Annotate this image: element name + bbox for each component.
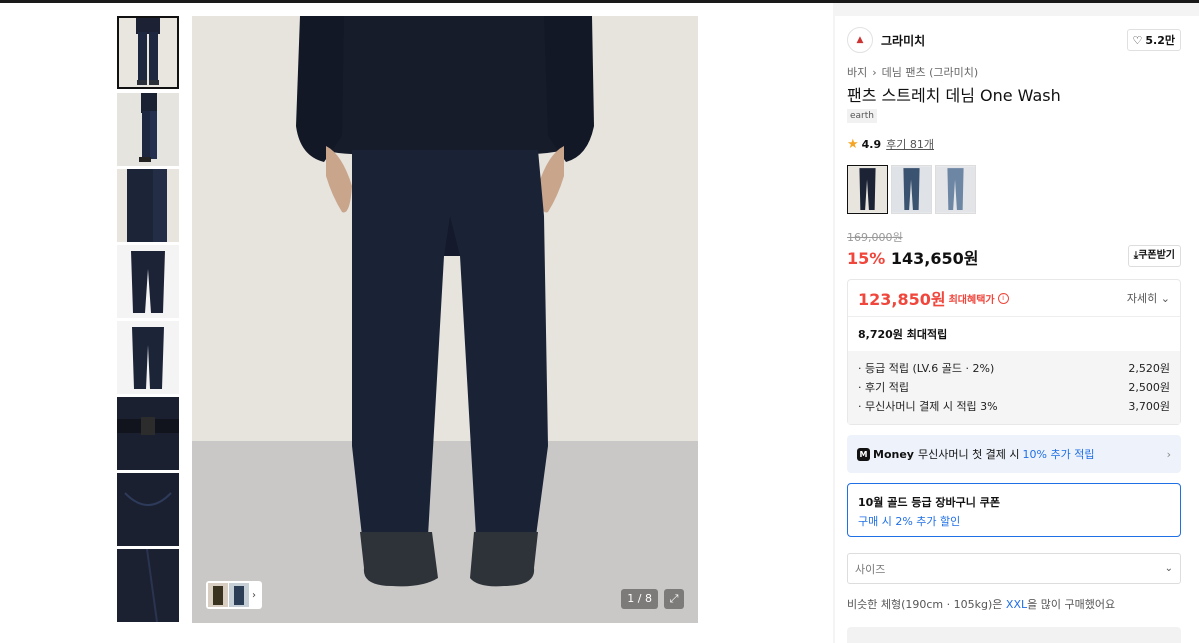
benefit-list: · 등급 적립 (LV.6 골드 · 2%) 2,520원 · 후기 적립 2,… (848, 351, 1180, 424)
mini-thumb-2 (229, 583, 249, 607)
benefit-item: · 등급 적립 (LV.6 골드 · 2%) 2,520원 (858, 359, 1170, 378)
coupon-subtitle: 구매 시 2% 추가 할인 (858, 515, 961, 528)
mini-thumb-1 (208, 583, 228, 607)
color-option-3[interactable] (935, 165, 976, 214)
max-points: 8,720원 최대적립 (858, 328, 948, 341)
discount-rate: 15% (847, 249, 886, 268)
size-placeholder: 사이즈 (855, 562, 886, 576)
chevron-right-icon: › (252, 589, 256, 601)
expand-icon[interactable]: ⤢ (664, 589, 684, 609)
product-info-panel: ▲ 그라미치 ♡ 5.2만 바지 › 데님 팬츠 (그라미치) 팬츠 스트레치 … (835, 16, 1199, 643)
rating-row: ★ 4.9 후기 81개 (847, 136, 934, 152)
like-button[interactable]: ♡ 5.2만 (1126, 29, 1181, 51)
heart-icon: ♡ (1132, 33, 1143, 47)
chevron-right-icon: › (1166, 447, 1171, 461)
money-text: 무신사머니 첫 결제 시 (917, 448, 1020, 461)
money-promo-banner[interactable]: M Money 무신사머니 첫 결제 시 10% 추가 적립 › (847, 435, 1181, 473)
product-title: 팬츠 스트레치 데님 One Wash (847, 86, 1061, 105)
chevron-down-icon: ⌄ (1160, 292, 1170, 305)
thumbnail-6[interactable] (117, 397, 179, 470)
coupon-button-label: 쿠폰받기 (1138, 250, 1175, 261)
size-note-prefix: 비슷한 체형(190cm · 105kg)은 (847, 598, 1006, 611)
image-counter: 1 / 8 (621, 589, 658, 609)
thumbnail-7[interactable] (117, 473, 179, 546)
size-note-suffix: 을 많이 구매했어요 (1027, 598, 1116, 611)
star-icon: ★ (847, 136, 859, 152)
thumbnail-2[interactable] (117, 93, 179, 166)
detail-toggle[interactable]: 자세히 ⌄ (1127, 290, 1170, 306)
best-price-row: 123,850원 최대혜택가 i 자세히 ⌄ (848, 280, 1180, 317)
coupon-download-button[interactable]: ⤓쿠폰받기 (1127, 245, 1181, 267)
thumbnail-3[interactable] (117, 169, 179, 242)
brand-name[interactable]: 그라미치 (881, 32, 925, 49)
money-highlight: 10% 추가 적립 (1022, 448, 1095, 461)
benefit-value: 2,520원 (1128, 362, 1170, 375)
benefit-value: 2,500원 (1128, 381, 1170, 394)
benefit-label: · 무신사머니 결제 시 적립 3% (858, 400, 998, 413)
chevron-right-icon: › (872, 65, 877, 79)
benefit-label: · 등급 적립 (LV.6 골드 · 2%) (858, 362, 995, 375)
thumbnail-8[interactable] (117, 549, 179, 622)
reviews-link[interactable]: 후기 81개 (886, 136, 934, 152)
original-price: 169,000원 (847, 231, 903, 244)
size-recommendation: 비슷한 체형(190cm · 105kg)은 XXL을 많이 구매했어요 (847, 596, 1115, 612)
benefit-item: · 후기 적립 2,500원 (858, 378, 1170, 397)
benefit-value: 3,700원 (1128, 400, 1170, 413)
next-section-box (847, 627, 1181, 643)
breadcrumb: 바지 › 데님 팬츠 (그라미치) (847, 64, 978, 80)
money-brand: Money (873, 447, 914, 461)
sale-price: 143,650원 (890, 249, 979, 268)
model-wearing-pants-photo (192, 16, 698, 623)
size-note-highlight: XXL (1005, 598, 1028, 611)
best-price: 123,850원 (858, 290, 946, 309)
like-count: 5.2만 (1145, 34, 1175, 47)
sale-price-row: 15% 143,650원 (847, 245, 978, 269)
brand-logo[interactable]: ▲ (847, 27, 873, 53)
benefit-item: · 무신사머니 결제 시 적립 3% 3,700원 (858, 397, 1170, 416)
brand-row: ▲ 그라미치 ♡ 5.2만 (847, 26, 1181, 54)
rating-score: 4.9 (861, 137, 882, 151)
detail-label: 자세히 (1126, 292, 1158, 305)
coupon-title: 10월 골드 등급 장바구니 쿠폰 (858, 496, 1000, 509)
chevron-down-icon: ⌄ (1164, 563, 1173, 574)
thumbnail-1[interactable] (117, 16, 179, 89)
info-icon[interactable]: i (997, 292, 1009, 304)
mini-thumbnail-strip[interactable]: › (206, 581, 262, 609)
color-options (847, 165, 976, 214)
thumbnail-5[interactable] (117, 321, 179, 394)
benefit-box: 123,850원 최대혜택가 i 자세히 ⌄ 8,720원 최대적립 · 등급 … (847, 279, 1181, 425)
size-select[interactable]: 사이즈 ⌄ (847, 553, 1181, 584)
color-option-1[interactable] (847, 165, 888, 214)
breadcrumb-item-subcategory[interactable]: 데님 팬츠 (그라미치) (882, 64, 979, 80)
best-price-label: 최대혜택가 (948, 294, 995, 306)
breadcrumb-item-category[interactable]: 바지 (847, 64, 867, 80)
grade-coupon-banner[interactable]: 10월 골드 등급 장바구니 쿠폰 구매 시 2% 추가 할인 (847, 483, 1181, 537)
color-option-2[interactable] (891, 165, 932, 214)
main-product-image[interactable]: › 1 / 8 ⤢ (192, 16, 698, 623)
thumbnail-4[interactable] (117, 245, 179, 318)
benefit-label: · 후기 적립 (858, 381, 909, 394)
money-logo-icon: M (857, 447, 870, 461)
product-tag: earth (847, 109, 877, 123)
